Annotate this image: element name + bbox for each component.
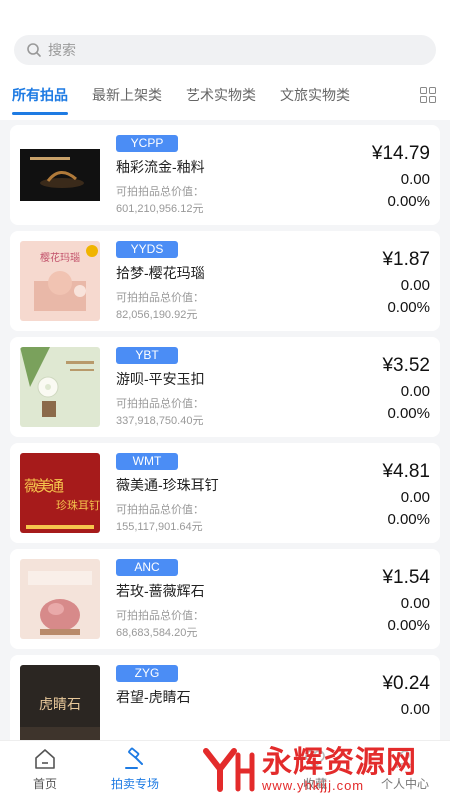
nav-home[interactable]: 首页 [5, 747, 85, 792]
list-item[interactable]: YCPP 釉彩流金-釉料 可拍拍品总价值： 601,210,956.12元 ¥1… [10, 125, 440, 225]
item-code-badge: WMT [116, 453, 178, 470]
watermark-logo-icon [203, 748, 255, 792]
item-change-percent: 0.00% [387, 617, 430, 634]
site-watermark: 永辉资源网 www.yhkjjj.com [200, 742, 417, 798]
item-name: 若玫-蔷薇辉石 [116, 583, 205, 599]
category-tabs: 所有拍品 最新上架类 艺术实物类 文旅实物类 [0, 70, 450, 120]
item-thumbnail: 薇美通珍珠耳钉 [20, 453, 100, 533]
thumb-title: 樱花玛瑙 [40, 251, 80, 264]
item-change: 0.00 [400, 277, 430, 294]
item-name: 拾梦-樱花玛瑙 [116, 265, 205, 281]
item-price: ¥3.52 [382, 355, 430, 376]
search-input[interactable]: 搜索 [14, 35, 436, 65]
item-thumbnail: 樱花玛瑙 [20, 241, 100, 321]
watermark-title: 永辉资源网 [262, 746, 417, 779]
home-icon [35, 749, 55, 769]
item-price: ¥0.24 [382, 673, 430, 694]
search-placeholder: 搜索 [48, 42, 76, 58]
item-change-percent: 0.00% [387, 405, 430, 422]
item-name: 薇美通-珍珠耳钉 [116, 477, 219, 493]
item-change-percent: 0.00% [387, 299, 430, 316]
item-code-badge: ANC [116, 559, 178, 576]
item-value-amount: 68,683,584.20元 [116, 627, 198, 639]
item-price: ¥4.81 [382, 461, 430, 482]
item-value-label: 可拍拍品总价值： [116, 292, 204, 304]
item-change-percent: 0.00% [387, 193, 430, 210]
item-code-badge: YYDS [116, 241, 178, 258]
item-change: 0.00 [400, 383, 430, 400]
item-thumbnail [20, 559, 100, 639]
auction-hammer-icon [125, 747, 143, 769]
auction-list: YCPP 釉彩流金-釉料 可拍拍品总价值： 601,210,956.12元 ¥1… [10, 125, 440, 761]
nav-auction[interactable]: 拍卖专场 [95, 747, 175, 792]
thumb-subtitle: 珍珠耳钉 [56, 498, 100, 512]
item-thumbnail [20, 347, 100, 427]
item-code-badge: YBT [116, 347, 178, 364]
tab-all[interactable]: 所有拍品 [12, 85, 68, 115]
item-price: ¥1.87 [382, 249, 430, 270]
item-code-badge: ZYG [116, 665, 178, 682]
list-item[interactable]: 薇美通珍珠耳钉 WMT 薇美通-珍珠耳钉 可拍拍品总价值： 155,117,90… [10, 443, 440, 543]
item-value-amount: 155,117,901.64元 [116, 521, 203, 533]
search-icon [27, 43, 41, 57]
watermark-url: www.yhkjjj.com [262, 778, 365, 793]
thumb-title: 虎睛石 [39, 697, 81, 713]
item-change: 0.00 [400, 489, 430, 506]
item-value-label: 可拍拍品总价值： [116, 398, 204, 410]
item-name: 君望-虎睛石 [116, 689, 191, 705]
item-change: 0.00 [400, 701, 430, 718]
grid-view-icon[interactable] [420, 87, 436, 103]
tab-latest[interactable]: 最新上架类 [92, 85, 162, 105]
item-value-amount: 337,918,750.40元 [116, 415, 204, 427]
nav-auction-label: 拍卖专场 [110, 777, 159, 791]
item-value-label: 可拍拍品总价值： [116, 186, 204, 198]
list-item[interactable]: ANC 若玫-蔷薇辉石 可拍拍品总价值： 68,683,584.20元 ¥1.5… [10, 549, 440, 649]
list-item[interactable]: YBT 游呗-平安玉扣 可拍拍品总价值： 337,918,750.40元 ¥3.… [10, 337, 440, 437]
item-value-label: 可拍拍品总价值： [116, 504, 204, 516]
item-value-label: 可拍拍品总价值： [116, 610, 204, 622]
nav-home-label: 首页 [32, 777, 57, 791]
item-change: 0.00 [400, 595, 430, 612]
item-code-badge: YCPP [116, 135, 178, 152]
tab-culture[interactable]: 文旅实物类 [280, 85, 350, 105]
item-price: ¥1.54 [382, 567, 430, 588]
search-header: 搜索 [0, 0, 450, 70]
item-name: 釉彩流金-釉料 [116, 159, 205, 175]
item-value-amount: 601,210,956.12元 [116, 203, 204, 215]
item-change-percent: 0.00% [387, 511, 430, 528]
item-thumbnail: 虎睛石 [20, 665, 100, 745]
item-price: ¥14.79 [371, 143, 430, 164]
item-name: 游呗-平安玉扣 [116, 371, 205, 387]
thumb-title: 薇美通 [24, 477, 64, 495]
item-change: 0.00 [400, 171, 430, 188]
item-value-amount: 82,056,190.92元 [116, 309, 198, 321]
list-item[interactable]: 樱花玛瑙 YYDS 拾梦-樱花玛瑙 可拍拍品总价值： 82,056,190.92… [10, 231, 440, 331]
tab-art[interactable]: 艺术实物类 [186, 85, 256, 105]
item-thumbnail [20, 135, 100, 215]
